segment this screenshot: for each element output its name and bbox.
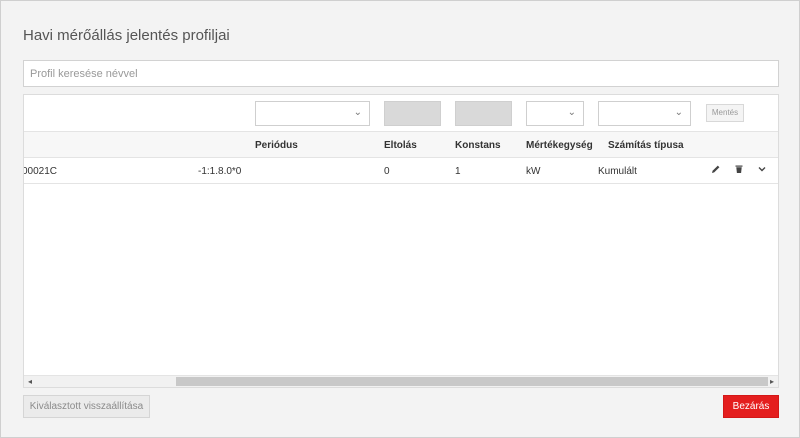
arrow-right-icon[interactable]: ▸ xyxy=(766,376,778,387)
table-header: Periódus Eltolás Konstans Mértékegység S… xyxy=(24,132,778,158)
calc-type-filter-select[interactable]: ⌄ xyxy=(598,101,691,126)
profiles-dialog: Havi mérőállás jelentés profiljai ⌄ ⌄ ⌄ … xyxy=(0,0,800,438)
unit-filter-select[interactable]: ⌄ xyxy=(526,101,584,126)
cell-constant: 1 xyxy=(455,166,461,177)
cell-unit: kW xyxy=(526,166,541,177)
chevron-down-icon: ⌄ xyxy=(567,107,576,118)
dialog-title: Havi mérőállás jelentés profiljai xyxy=(23,27,230,44)
cell-calc-type: Kumulált xyxy=(598,166,637,177)
table-row[interactable]: 00021C -1:1.8.0*0 0 1 kW Kumulált xyxy=(24,158,778,184)
profile-name-suffix: -1:1.8.0*0 xyxy=(198,166,242,177)
chevron-down-icon: ⌄ xyxy=(674,107,683,118)
header-constant[interactable]: Konstans xyxy=(455,140,501,151)
profiles-table: ⌄ ⌄ ⌄ Mentés Periódus Eltolás Konstans M… xyxy=(23,94,779,388)
horizontal-scrollbar[interactable]: ◂ ▸ xyxy=(24,375,778,387)
chevron-down-icon: ⌄ xyxy=(353,107,362,118)
header-calc-type[interactable]: Számítás típusa xyxy=(608,140,684,151)
filter-row: ⌄ ⌄ ⌄ Mentés xyxy=(24,95,778,132)
constant-filter-input[interactable] xyxy=(455,101,512,126)
offset-filter-input[interactable] xyxy=(384,101,441,126)
pencil-icon[interactable] xyxy=(711,164,721,177)
period-filter-select[interactable]: ⌄ xyxy=(255,101,370,126)
redacted-text xyxy=(62,162,192,179)
trash-icon[interactable] xyxy=(734,164,744,177)
save-filter-button[interactable]: Mentés xyxy=(706,104,744,122)
profile-search-input[interactable] xyxy=(23,60,779,87)
header-unit[interactable]: Mértékegység xyxy=(526,140,593,151)
header-offset[interactable]: Eltolás xyxy=(384,140,417,151)
cell-offset: 0 xyxy=(384,166,390,177)
arrow-left-icon[interactable]: ◂ xyxy=(24,376,36,387)
close-button[interactable]: Bezárás xyxy=(723,395,779,418)
reset-selected-button[interactable]: Kiválasztott visszaállítása xyxy=(23,395,150,418)
profile-name-prefix: 00021C xyxy=(23,166,58,177)
header-period[interactable]: Periódus xyxy=(255,140,298,151)
scrollbar-thumb[interactable] xyxy=(176,377,768,386)
chevron-down-icon[interactable] xyxy=(757,164,767,177)
